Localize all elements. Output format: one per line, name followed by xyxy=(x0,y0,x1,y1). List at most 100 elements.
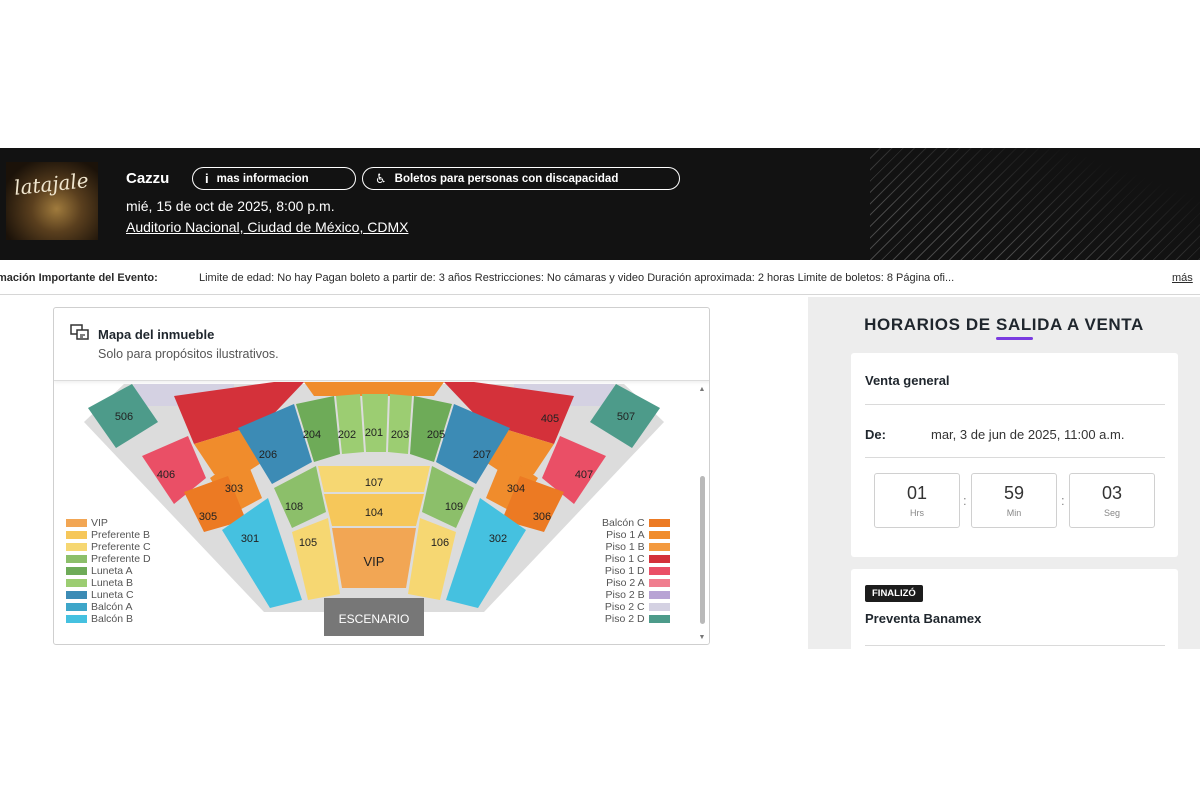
countdown-hours: 01 Hrs xyxy=(874,473,960,528)
section-piso-1a-top[interactable] xyxy=(304,382,444,396)
legend-item: Balcón A xyxy=(66,601,151,613)
legend-label: Piso 1 D xyxy=(604,565,645,577)
countdown-seconds: 03 Seg xyxy=(1069,473,1155,528)
event-date: mié, 15 de oct de 2025, 8:00 p.m. xyxy=(126,198,335,214)
label-406: 406 xyxy=(157,469,175,481)
presale-name: Preventa Banamex xyxy=(865,611,982,626)
legend-label: Piso 1 C xyxy=(604,553,645,565)
legend-label: Balcón B xyxy=(91,613,134,625)
countdown-hours-value: 01 xyxy=(906,483,928,503)
label-vip: VIP xyxy=(364,554,385,569)
legend-swatch xyxy=(66,567,87,575)
general-sale-name: Venta general xyxy=(865,373,950,388)
legend-swatch xyxy=(66,555,87,563)
section-203[interactable] xyxy=(388,394,412,454)
sale-schedule-panel: HORARIOS DE SALIDA A VENTA Venta general… xyxy=(808,297,1200,649)
legend-item: Piso 1 B xyxy=(602,541,670,553)
wheelchair-icon: ♿ xyxy=(375,170,387,186)
legend-item: Piso 1 A xyxy=(602,529,670,541)
sale-from-label: De: xyxy=(865,427,886,442)
legend-swatch xyxy=(66,591,87,599)
event-poster-image: latajale xyxy=(6,162,98,240)
legend-label: Luneta B xyxy=(91,577,134,589)
legend-swatch xyxy=(648,519,670,527)
label-109: 109 xyxy=(445,501,463,513)
legend-swatch xyxy=(648,567,670,575)
legend-item: Balcón B xyxy=(66,613,151,625)
event-venue-link[interactable]: Auditorio Nacional, Ciudad de México, CD… xyxy=(126,219,408,235)
label-407: 407 xyxy=(575,469,593,481)
legend-swatch xyxy=(648,603,670,611)
legend-item: Piso 2 B xyxy=(602,589,670,601)
legend-right: Balcón C Piso 1 A Piso 1 B Piso 1 C Piso 1 D… xyxy=(602,517,670,625)
legend-label: Piso 1 A xyxy=(606,529,645,541)
section-201[interactable] xyxy=(362,394,388,452)
legend-item: Luneta B xyxy=(66,577,151,589)
legend-left: VIP Preferente B Preferente C Preferente DL… xyxy=(66,517,151,625)
stage-label: ESCENARIO xyxy=(339,612,410,626)
legend-label: Preferente C xyxy=(91,541,151,553)
important-info-text: Limite de edad: No hay Pagan boleto a pa… xyxy=(199,272,955,284)
info-icon: i xyxy=(205,171,209,186)
legend-swatch xyxy=(648,615,670,623)
accessibility-tickets-label: Boletos para personas con discapacidad xyxy=(394,172,619,185)
scroll-up-icon[interactable]: ▲ xyxy=(698,386,706,393)
legend-label: Preferente D xyxy=(91,553,151,565)
label-506: 506 xyxy=(115,411,133,423)
map-scrollbar-thumb[interactable] xyxy=(700,476,705,624)
label-405: 405 xyxy=(541,413,559,425)
label-203: 203 xyxy=(391,429,409,441)
header-stripes-decoration xyxy=(870,148,1200,260)
countdown-minutes-value: 59 xyxy=(1003,483,1025,503)
label-302: 302 xyxy=(489,533,507,545)
legend-label: Piso 1 B xyxy=(605,541,645,553)
legend-label: Piso 2 D xyxy=(604,613,645,625)
general-sale-card: Venta general De: mar, 3 de jun de 2025,… xyxy=(851,353,1178,557)
countdown-seconds-label: Seg xyxy=(1103,508,1120,518)
legend-item: Luneta A xyxy=(66,565,151,577)
map-icon xyxy=(70,324,89,340)
countdown-seconds-value: 03 xyxy=(1101,483,1123,503)
legend-item: Balcón C xyxy=(602,517,670,529)
label-303: 303 xyxy=(225,483,243,495)
scroll-down-icon[interactable]: ▼ xyxy=(698,634,706,641)
label-206: 206 xyxy=(259,449,277,461)
legend-swatch xyxy=(66,543,87,551)
label-105: 105 xyxy=(299,537,317,549)
label-207: 207 xyxy=(473,449,491,461)
legend-item: Preferente D xyxy=(66,553,151,565)
legend-label: Balcón C xyxy=(602,517,645,529)
legend-swatch xyxy=(648,531,670,539)
label-204: 204 xyxy=(303,429,321,441)
legend-item: Piso 2 D xyxy=(602,613,670,625)
presale-card: FINALIZÓ Preventa Banamex xyxy=(851,569,1178,649)
legend-swatch xyxy=(66,531,87,539)
more-info-label: mas informacion xyxy=(216,172,309,185)
label-104: 104 xyxy=(365,507,383,519)
legend-label: Piso 2 A xyxy=(606,577,645,589)
more-info-link[interactable]: más xyxy=(1172,272,1193,284)
map-scrollbar[interactable]: ▲ ▼ xyxy=(698,386,706,642)
countdown-separator: : xyxy=(963,493,967,508)
legend-swatch xyxy=(648,579,670,587)
legend-swatch xyxy=(66,615,87,623)
map-card-header: Mapa del inmueble Solo para propósitos i… xyxy=(54,308,709,381)
legend-label: Luneta A xyxy=(91,565,133,577)
legend-label: Piso 2 B xyxy=(605,589,645,601)
label-301: 301 xyxy=(241,533,259,545)
poster-title: latajale xyxy=(12,168,90,200)
label-201: 201 xyxy=(365,427,383,439)
divider xyxy=(865,645,1165,646)
legend-item: Preferente C xyxy=(66,541,151,553)
legend-swatch xyxy=(66,603,87,611)
accessibility-tickets-button[interactable]: ♿ Boletos para personas con discapacidad xyxy=(362,167,680,190)
countdown-separator: : xyxy=(1061,493,1065,508)
presale-status-badge: FINALIZÓ xyxy=(865,585,923,602)
venue-map-card: Mapa del inmueble Solo para propósitos i… xyxy=(53,307,710,645)
label-306: 306 xyxy=(533,511,551,523)
more-info-button[interactable]: i mas informacion xyxy=(192,167,356,190)
legend-swatch xyxy=(66,579,87,587)
divider xyxy=(865,457,1165,458)
event-name: Cazzu xyxy=(126,170,170,187)
label-108: 108 xyxy=(285,501,303,513)
